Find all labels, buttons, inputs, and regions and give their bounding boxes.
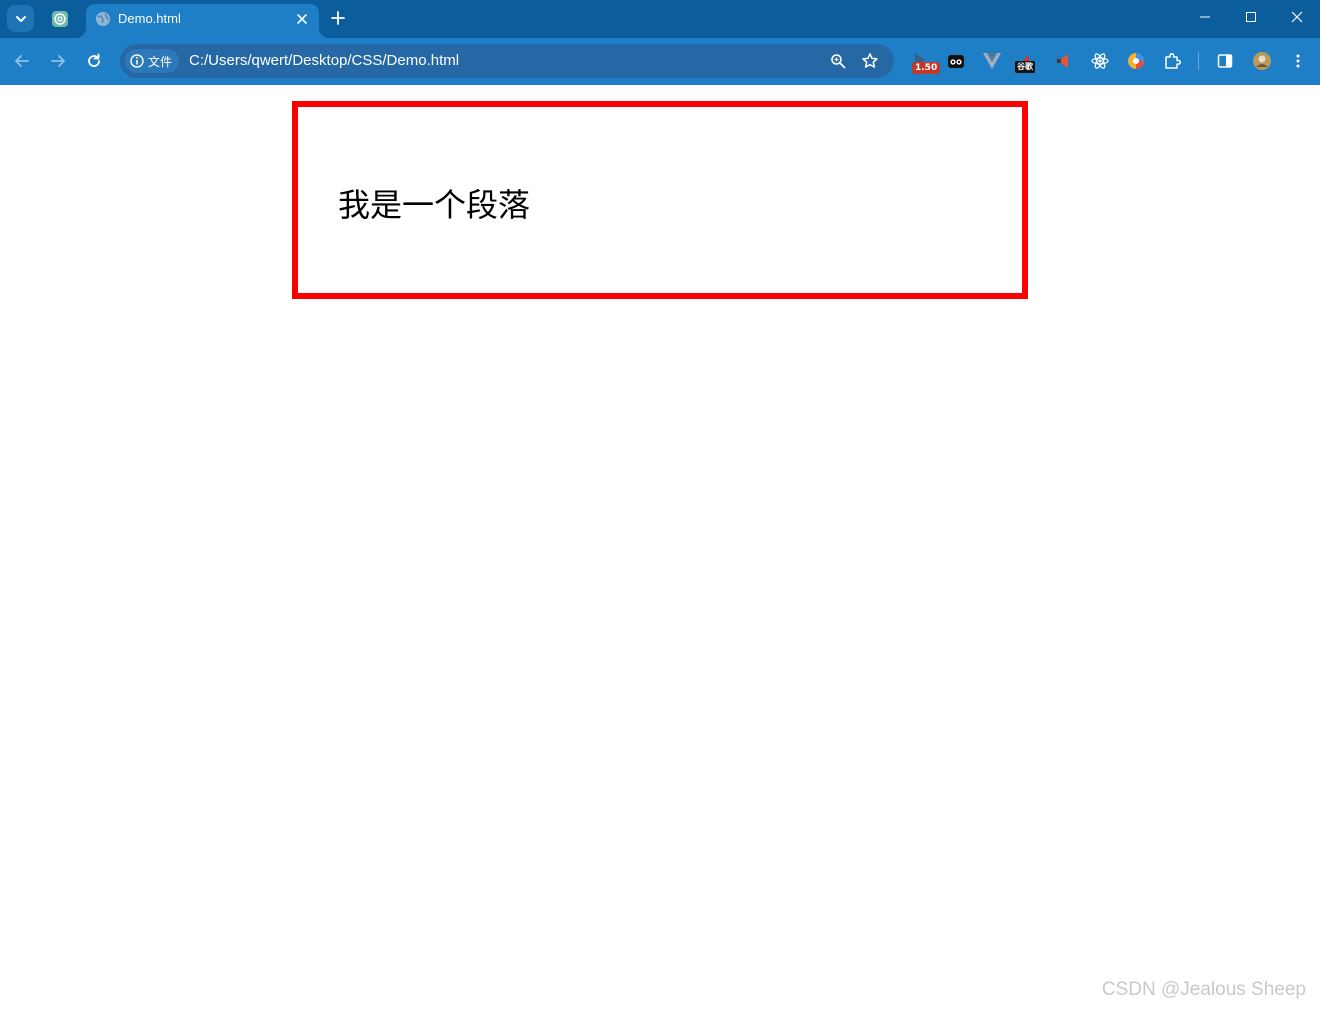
close-icon [1291, 11, 1303, 23]
extension-megaphone[interactable] [1051, 48, 1077, 74]
maximize-button[interactable] [1228, 0, 1274, 34]
extension-video-speed[interactable]: 1.50 [906, 48, 941, 74]
extension-react-devtools[interactable] [1087, 48, 1113, 74]
minimize-button[interactable] [1182, 0, 1228, 34]
new-tab-button[interactable] [326, 6, 350, 30]
info-icon [130, 54, 144, 68]
react-icon [1091, 53, 1109, 69]
tab-title: Demo.html [118, 11, 181, 26]
maximize-icon [1246, 12, 1256, 22]
arrow-right-icon [51, 55, 65, 67]
globe-icon [96, 12, 110, 26]
toolbar-separator [1198, 52, 1199, 70]
forward-button[interactable] [44, 47, 72, 75]
arrow-left-icon [15, 55, 29, 67]
extension-google[interactable]: 谷歌 [1014, 48, 1040, 74]
tab-search-button[interactable] [7, 5, 34, 32]
star-icon [862, 53, 878, 68]
security-label: 文件 [148, 54, 173, 69]
reload-button[interactable] [80, 47, 108, 75]
browser-menu-button[interactable] [1285, 48, 1311, 74]
reload-icon [88, 53, 100, 67]
megaphone-icon [1057, 54, 1068, 68]
tab-close-button[interactable] [293, 10, 311, 28]
avatar [1253, 52, 1271, 70]
watermark: CSDN @Jealous Sheep [1101, 979, 1306, 1000]
plus-icon [331, 11, 345, 25]
tab-demo[interactable]: Demo.html [76, 4, 329, 38]
pinned-tab-chatgpt[interactable] [44, 4, 76, 34]
minimize-icon [1200, 16, 1210, 18]
profile-avatar-button[interactable] [1249, 48, 1275, 74]
page-viewport: 我是一个段落 CSDN @Jealous Sheep [0, 85, 1320, 1009]
speed-badge: 1.50 [912, 62, 941, 74]
chatgpt-icon [52, 11, 68, 27]
zoom-icon [831, 54, 846, 69]
url-text[interactable]: C:/Users/qwert/Desktop/CSS/Demo.html [189, 52, 459, 69]
extension-vue-devtools[interactable] [979, 48, 1005, 74]
close-icon [297, 14, 307, 24]
vue-icon [983, 53, 1001, 69]
bordered-box: 我是一个段落 [292, 101, 1028, 299]
chevron-down-icon [15, 15, 26, 22]
side-panel-icon [1217, 54, 1233, 68]
google-badge: 谷歌 [1015, 61, 1035, 73]
paragraph-text: 我是一个段落 [338, 186, 531, 224]
puzzle-icon [1165, 52, 1181, 69]
kebab-menu-icon [1296, 54, 1300, 68]
window-close-button[interactable] [1274, 0, 1320, 34]
bookmark-button[interactable] [860, 51, 880, 71]
mask-icon [948, 55, 964, 68]
extensions-menu-button[interactable] [1159, 48, 1185, 74]
side-panel-button[interactable] [1212, 48, 1238, 74]
site-info-chip[interactable]: 文件 [125, 49, 179, 73]
color-picker-icon [1128, 53, 1144, 69]
back-button[interactable] [8, 47, 36, 75]
browser-toolbar: 文件 C:/Users/qwert/Desktop/CSS/Demo.html … [0, 38, 1320, 85]
tab-strip: Demo.html [0, 0, 1320, 38]
address-bar[interactable]: 文件 C:/Users/qwert/Desktop/CSS/Demo.html [120, 44, 894, 78]
zoom-button[interactable] [828, 51, 848, 71]
extension-mask[interactable] [943, 48, 969, 74]
extension-color-picker[interactable] [1123, 48, 1149, 74]
